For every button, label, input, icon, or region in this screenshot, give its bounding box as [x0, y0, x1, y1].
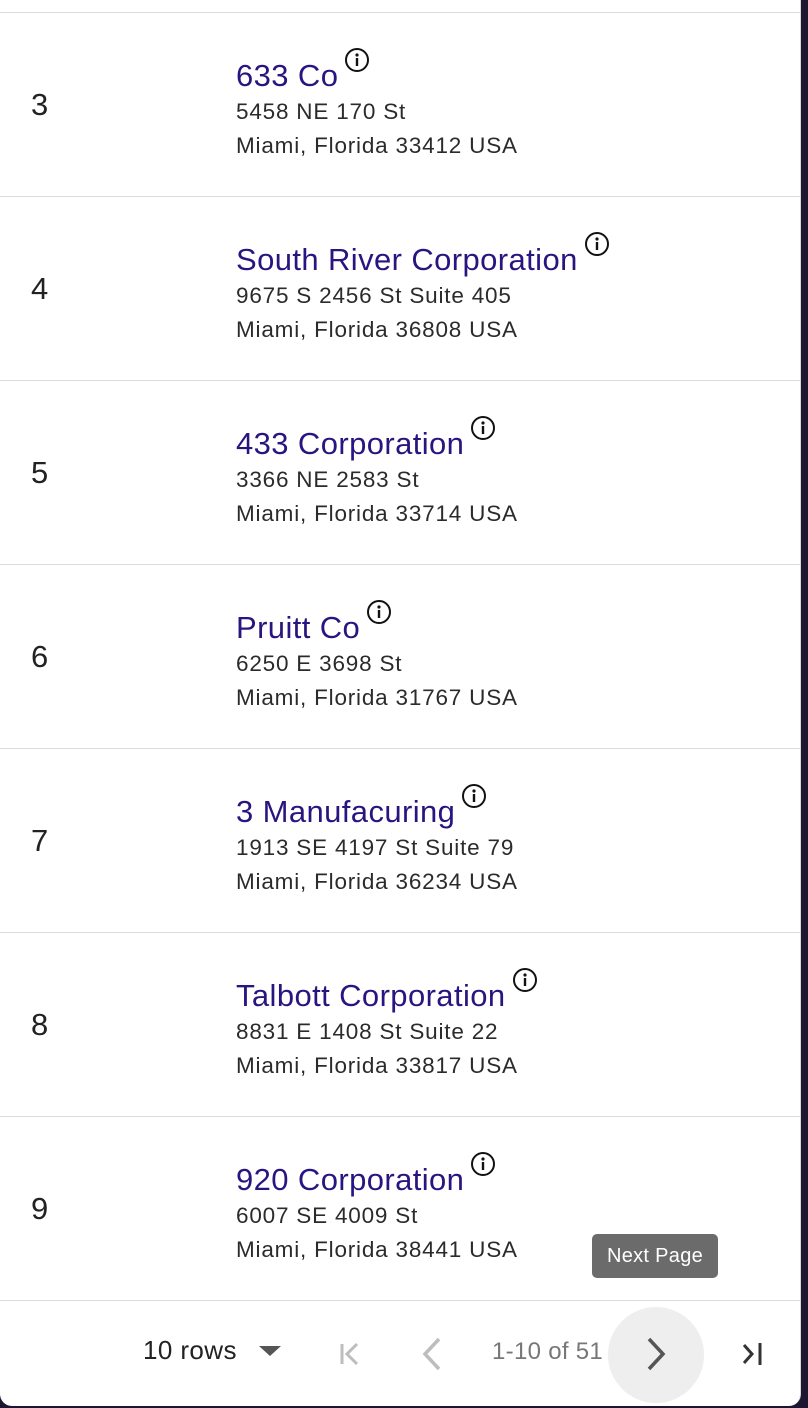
- next-page-button[interactable]: [634, 1328, 678, 1380]
- last-page-button[interactable]: [730, 1328, 774, 1380]
- row-body: 633 Co 5458 NE 170 St Miami, Florida 334…: [236, 48, 518, 163]
- info-icon[interactable]: [470, 1151, 496, 1177]
- pagination-bar: 10 rows 1-10 of 51: [0, 1300, 800, 1406]
- address-street: 5458 NE 170 St: [236, 99, 407, 124]
- row-body: 433 Corporation 3366 NE 2583 St Miami, F…: [236, 416, 518, 531]
- info-icon[interactable]: [584, 231, 610, 257]
- rows-per-page-select[interactable]: 10 rows: [143, 1335, 281, 1366]
- name-line: 633 Co: [236, 48, 370, 95]
- address-city: Miami, Florida 38441 USA: [236, 1237, 518, 1262]
- results-panel: 3 633 Co 5458 NE 170 St Miami, Florida 3…: [0, 0, 801, 1406]
- list-item: 5 433 Corporation 3366 NE 2583 St Miami,…: [0, 381, 800, 565]
- next-page-tooltip: Next Page: [592, 1234, 718, 1278]
- first-page-icon: [340, 1342, 359, 1366]
- info-icon[interactable]: [366, 599, 392, 625]
- info-icon[interactable]: [470, 415, 496, 441]
- name-line: South River Corporation: [236, 232, 610, 279]
- row-body: Pruitt Co 6250 E 3698 St Miami, Florida …: [236, 600, 518, 715]
- name-line: 920 Corporation: [236, 1152, 496, 1199]
- row-body: 920 Corporation 6007 SE 4009 St Miami, F…: [236, 1152, 518, 1267]
- company-name-link[interactable]: 3 Manufacuring: [236, 793, 455, 831]
- row-index: 7: [31, 822, 49, 858]
- address-street: 1913 SE 4197 St Suite 79: [236, 835, 515, 860]
- address-street: 9675 S 2456 St Suite 405: [236, 283, 512, 308]
- caret-down-icon: [258, 1345, 281, 1356]
- row-index: 5: [31, 454, 49, 490]
- list-item: 3 633 Co 5458 NE 170 St Miami, Florida 3…: [0, 13, 800, 197]
- row-index: 9: [31, 1190, 49, 1226]
- address-city: Miami, Florida 36234 USA: [236, 869, 518, 894]
- address-city: Miami, Florida 31767 USA: [236, 685, 518, 710]
- list-item: 8 Talbott Corporation 8831 E 1408 St Sui…: [0, 933, 800, 1117]
- company-name-link[interactable]: 433 Corporation: [236, 425, 464, 463]
- list-item: 4 South River Corporation 9675 S 2456 St…: [0, 197, 800, 381]
- company-name-link[interactable]: 920 Corporation: [236, 1161, 464, 1199]
- list-item: 6 Pruitt Co 6250 E 3698 St Miami, Florid…: [0, 565, 800, 749]
- address-street: 8831 E 1408 St Suite 22: [236, 1019, 499, 1044]
- previous-page-button[interactable]: [410, 1328, 454, 1380]
- results-list: 3 633 Co 5458 NE 170 St Miami, Florida 3…: [0, 13, 800, 1301]
- company-name-link[interactable]: South River Corporation: [236, 241, 578, 279]
- address-street: 3366 NE 2583 St: [236, 467, 420, 492]
- company-name-link[interactable]: Talbott Corporation: [236, 977, 506, 1015]
- rows-per-page-label: 10 rows: [143, 1335, 237, 1365]
- row-index: 4: [31, 270, 49, 306]
- first-page-button[interactable]: [326, 1328, 370, 1380]
- info-icon[interactable]: [512, 967, 538, 993]
- name-line: Pruitt Co: [236, 600, 392, 647]
- row-body: 3 Manufacuring 1913 SE 4197 St Suite 79 …: [236, 784, 518, 899]
- row-body: South River Corporation 9675 S 2456 St S…: [236, 232, 610, 347]
- chevron-left-icon: [422, 1337, 441, 1371]
- info-icon[interactable]: [344, 47, 370, 73]
- last-page-icon: [742, 1343, 762, 1365]
- page-range-text: 1-10 of 51: [492, 1338, 604, 1365]
- info-icon[interactable]: [461, 783, 487, 809]
- chevron-right-icon: [647, 1337, 666, 1371]
- address-city: Miami, Florida 33817 USA: [236, 1053, 518, 1078]
- name-line: 3 Manufacuring: [236, 784, 487, 831]
- address-city: Miami, Florida 36808 USA: [236, 317, 518, 342]
- address-street: 6250 E 3698 St: [236, 651, 403, 676]
- row-index: 3: [31, 86, 49, 122]
- company-name-link[interactable]: 633 Co: [236, 57, 338, 95]
- address-city: Miami, Florida 33412 USA: [236, 133, 518, 158]
- address-city: Miami, Florida 33714 USA: [236, 501, 518, 526]
- list-item: 7 3 Manufacuring 1913 SE 4197 St Suite 7…: [0, 749, 800, 933]
- company-name-link[interactable]: Pruitt Co: [236, 609, 360, 647]
- row-index: 6: [31, 638, 49, 674]
- address-street: 6007 SE 4009 St: [236, 1203, 419, 1228]
- name-line: Talbott Corporation: [236, 968, 538, 1015]
- name-line: 433 Corporation: [236, 416, 496, 463]
- row-body: Talbott Corporation 8831 E 1408 St Suite…: [236, 968, 538, 1083]
- row-index: 8: [31, 1006, 49, 1042]
